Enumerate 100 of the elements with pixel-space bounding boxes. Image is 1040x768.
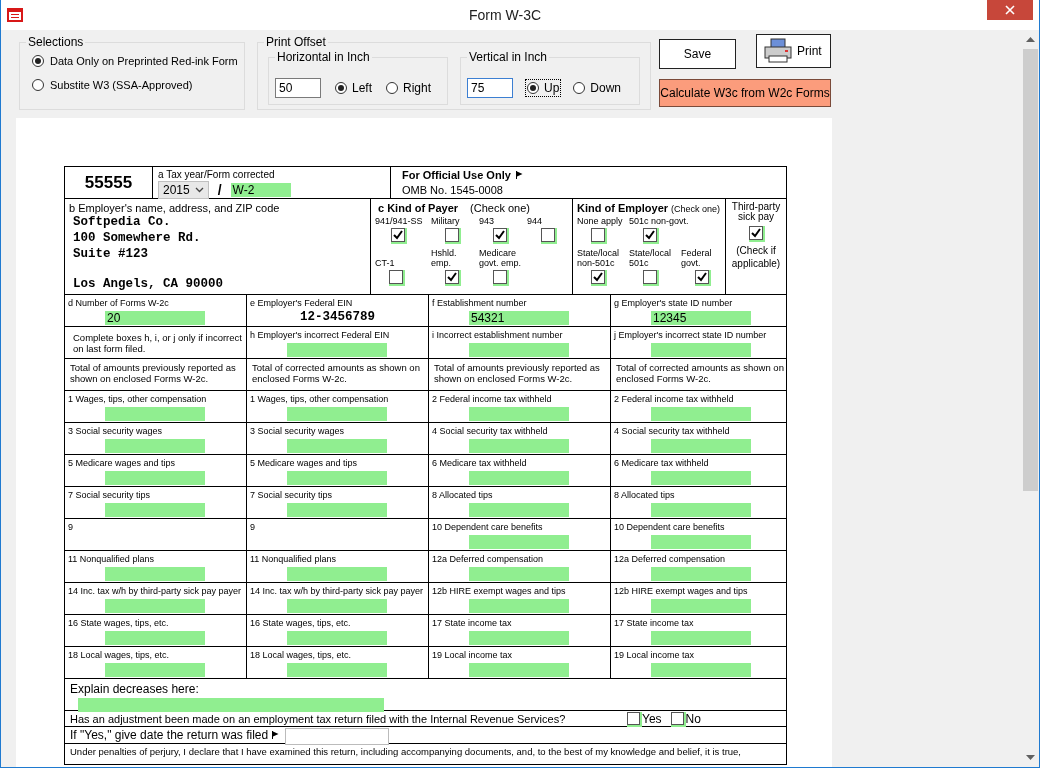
field-label: 6 Medicare tax withheld [613,457,710,469]
checkbox[interactable] [591,270,605,284]
checkbox-label: 943 [479,215,495,226]
checkbox[interactable] [445,270,459,284]
amount-field[interactable] [287,599,387,613]
checkbox-label: 944 [527,215,543,226]
checkbox[interactable] [643,270,657,284]
checkbox[interactable] [749,226,763,240]
amount-field[interactable] [105,663,205,677]
field-label: g Employer's state ID number [613,297,734,309]
checkbox-label: Military [431,215,460,226]
checkbox[interactable] [643,228,657,242]
amount-field[interactable] [651,439,751,453]
amount-field[interactable] [105,407,205,421]
amount-field[interactable] [287,407,387,421]
amount-field[interactable] [469,599,569,613]
checkbox-label: 941/941-SS [375,215,423,226]
official-use-label: For Official Use Only [402,169,511,181]
checkbox[interactable] [445,228,459,242]
input-field[interactable] [469,343,569,357]
offset-input[interactable]: 75 [467,78,513,98]
amount-field[interactable] [105,631,205,645]
checkbox[interactable] [541,228,555,242]
column-header: Total of corrected amounts as shown on enclosed Forms W-2c. [251,361,421,384]
amount-field[interactable] [469,503,569,517]
date-input[interactable] [285,728,390,745]
amount-field[interactable] [105,503,205,517]
radio-option[interactable]: Right [386,81,432,95]
input-field[interactable]: 20 [105,311,205,325]
checkbox[interactable] [493,228,507,242]
checkbox-option[interactable]: No [670,711,701,726]
field-label: 19 Local income tax [431,649,514,661]
form-type-field[interactable]: W-2 [230,183,291,197]
input-field[interactable]: 12345 [651,311,751,325]
field-label: 4 Social security tax withheld [431,425,549,437]
checkbox[interactable] [389,270,403,284]
address-line: Los Angels, CA 90000 [73,277,225,292]
field-label: 12a Deferred compensation [613,553,727,565]
scroll-up-icon[interactable] [1026,36,1036,42]
amount-field[interactable] [651,599,751,613]
print-button[interactable]: Print [756,34,831,68]
amount-field[interactable] [105,567,205,581]
field-label: 9 [67,521,74,533]
omb-number: OMB No. 1545-0008 [402,184,504,196]
field-label: 19 Local income tax [613,649,696,661]
radio-option[interactable]: Down [573,81,622,95]
amount-field[interactable] [651,407,751,421]
amount-field[interactable] [651,631,751,645]
amount-field[interactable] [651,567,751,581]
field-label: 12a Deferred compensation [431,553,545,565]
amount-field[interactable] [287,471,387,485]
checkbox-option[interactable]: Yes [627,711,662,726]
amount-field[interactable] [287,503,387,517]
checkbox-label: State/local 501c [629,247,673,268]
amount-field[interactable] [651,535,751,549]
input-field[interactable] [651,343,751,357]
input-field[interactable] [287,343,387,357]
checkbox[interactable] [591,228,605,242]
amount-field[interactable] [287,663,387,677]
radio-option[interactable]: Data Only on Preprinted Red-ink Form [32,55,244,67]
amount-field[interactable] [105,599,205,613]
group-legend: Print Offset [264,35,328,49]
amount-field[interactable] [651,663,751,677]
field-label: a Tax year/Form corrected [157,168,276,181]
ein-value: 12-3456789 [299,310,376,324]
checkbox[interactable] [493,270,507,284]
amount-field[interactable] [105,471,205,485]
amount-field[interactable] [469,663,569,677]
year-dropdown[interactable]: 2015 [158,181,209,199]
checkbox[interactable] [391,228,405,242]
separator: / [217,182,222,198]
explain-field[interactable] [78,698,384,712]
field-label: 18 Local wages, tips, etc. [67,649,171,661]
input-field[interactable]: 54321 [469,311,569,325]
field-label: 5 Medicare wages and tips [249,457,359,469]
amount-field[interactable] [287,439,387,453]
field-label: 1 Wages, tips, other compensation [67,393,208,405]
amount-field[interactable] [469,407,569,421]
amount-field[interactable] [651,471,751,485]
amount-field[interactable] [469,567,569,581]
radio-option[interactable]: Substite W3 (SSA-Approved) [32,79,244,91]
amount-field[interactable] [651,503,751,517]
checkbox[interactable] [695,270,709,284]
amount-field[interactable] [105,439,205,453]
save-button[interactable]: Save [659,39,736,69]
scroll-down-icon[interactable] [1026,755,1036,761]
offset-input[interactable]: 50 [275,78,321,98]
amount-field[interactable] [469,471,569,485]
amount-field[interactable] [469,439,569,453]
checkbox-label: Hshld. emp. [431,247,458,268]
field-label: j Employer's incorrect state ID number [612,329,768,341]
radio-option[interactable]: Up [527,81,560,95]
amount-field[interactable] [469,535,569,549]
checkbox-label: Third-party sick pay [730,202,782,222]
amount-field[interactable] [287,567,387,581]
close-button[interactable] [987,0,1033,20]
amount-field[interactable] [469,631,569,645]
amount-field[interactable] [287,631,387,645]
calculate-button[interactable]: Calculate W3c from W2c Forms [659,79,831,107]
radio-option[interactable]: Left [335,81,372,95]
